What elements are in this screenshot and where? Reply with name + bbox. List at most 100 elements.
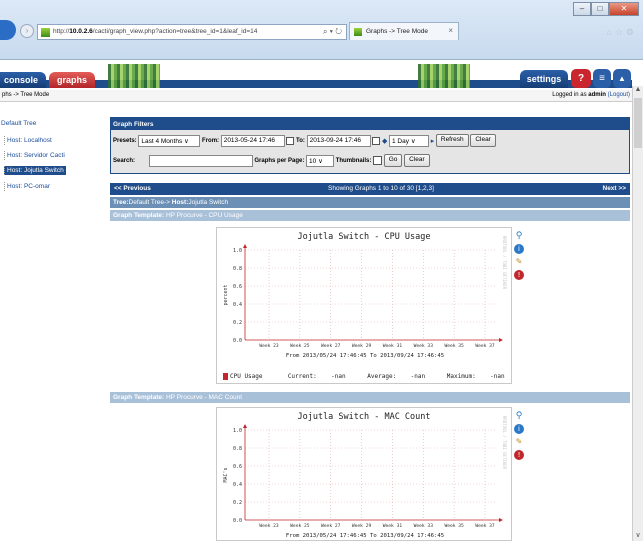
address-controls[interactable]: ⌕ ▾ ↻ (323, 27, 342, 37)
x-tick-label: Week 33 (414, 523, 434, 529)
tab-close-icon[interactable]: × (448, 26, 453, 35)
scroll-up-icon[interactable]: ▲ (633, 86, 643, 96)
edit-icon[interactable]: ✎ (514, 437, 524, 447)
graph-date-range: From 2013/05/24 17:46:45 To 2013/09/24 1… (286, 353, 444, 359)
x-axis-arrow (499, 338, 503, 342)
y-axis-label: MAC's (223, 467, 229, 482)
logout-link[interactable]: (Logout) (608, 92, 630, 98)
x-tick-label: Week 25 (290, 343, 310, 349)
zoom-icon[interactable]: ⚲ (514, 411, 524, 421)
tab-graphs[interactable]: graphs (49, 72, 95, 88)
back-button[interactable] (0, 20, 16, 40)
settings-button[interactable]: settings (520, 70, 568, 88)
login-status: Logged in as admin (Logout) (552, 92, 630, 98)
shift-left-icon[interactable]: ◆ (382, 137, 387, 145)
graph-plot-svg: 1.0 0.8 0.6 0.4 0.2 0.0 Week 23 Week 25 Week 27 W… (223, 424, 503, 539)
help-icon[interactable]: ? (571, 69, 591, 88)
previous-link[interactable]: << Previous (114, 185, 151, 192)
y-tick-label: 0.0 (233, 338, 242, 344)
tab-console[interactable]: console (0, 72, 46, 88)
tree-item-servidor-cacti[interactable]: Host: Servidor Cacti (4, 151, 67, 160)
shift-right-icon[interactable]: ▸ (431, 137, 435, 145)
graph-legend: CPU Usage Current: -nan Average: -nan Ma… (223, 373, 505, 380)
scroll-thumb[interactable] (634, 98, 642, 148)
graph-filters: Graph Filters Presets: Last 4 Months ∨ F… (110, 117, 630, 174)
refresh-button[interactable]: Refresh (435, 134, 469, 147)
legend-swatch (223, 373, 228, 380)
tree-path-bar: Tree:Default Tree-> Host:Jojutla Switch (110, 197, 630, 208)
window-controls: – □ ✕ (573, 2, 639, 16)
graph-plot-svg: 1.0 0.8 0.6 0.4 0.2 0.0 Week 23 Week 25 Week 27 W… (223, 244, 503, 359)
y-tick-label: 0.4 (233, 482, 242, 488)
header-decoration (418, 64, 470, 88)
y-tick-label: 0.0 (233, 518, 242, 524)
x-tick-label: Week 35 (444, 343, 464, 349)
browser-chrome: – □ ✕ › http://10.0.2.6/cacti/graph_view… (0, 0, 643, 60)
delete-icon[interactable]: ! (514, 450, 524, 460)
y-tick-label: 0.6 (233, 284, 242, 290)
to-label: To: (296, 138, 305, 145)
delete-icon[interactable]: ! (514, 270, 524, 280)
y-tick-label: 0.4 (233, 302, 242, 308)
zoom-icon[interactable]: ⚲ (514, 231, 524, 241)
browser-tab[interactable]: Graphs -> Tree Mode × (349, 22, 459, 40)
page-scrollbar[interactable]: ▲ ∨ (632, 86, 643, 541)
graph-image-mac-count[interactable]: 1.0 0.8 0.6 0.4 0.2 0.0 Week 23 Week 25 Week 27 W… (216, 407, 512, 541)
x-tick-label: Week 31 (383, 523, 403, 529)
presets-label: Presets: (113, 138, 137, 145)
timespan-select[interactable]: 1 Day ∨ (389, 134, 430, 147)
y-axis-label: percent (223, 284, 229, 305)
tree-item-pc-omar[interactable]: Host: PC-omar (4, 182, 52, 191)
thumbnails-checkbox[interactable] (373, 156, 383, 165)
x-tick-label: Week 27 (321, 343, 341, 349)
next-link[interactable]: Next >> (603, 185, 627, 192)
breadcrumb-bar: phs -> Tree Mode Logged in as admin (Log… (0, 90, 632, 102)
favicon-icon (41, 28, 50, 37)
calendar-icon[interactable] (372, 136, 381, 145)
x-tick-label: Week 33 (414, 343, 434, 349)
preview-view-icon[interactable]: ▲ (613, 69, 631, 88)
calendar-icon[interactable] (286, 136, 295, 145)
x-axis-arrow (499, 518, 503, 522)
graphs-per-page-select[interactable]: 10 ∨ (306, 154, 335, 167)
from-date-input[interactable]: 2013-05-24 17:46 (220, 134, 285, 147)
clear-search-button[interactable]: Clear (404, 154, 430, 167)
filters-row-dates: Presets: Last 4 Months ∨ From: 2013-05-2… (113, 134, 496, 150)
minimize-button[interactable]: – (573, 2, 591, 16)
y-tick-label: 1.0 (233, 248, 242, 254)
x-tick-label: Week 29 (352, 523, 372, 529)
graph-image-cpu-usage[interactable]: 1.0 0.8 0.6 0.4 0.2 0.0 Week 23 Week 25 Week 27 W… (216, 227, 512, 384)
close-window-button[interactable]: ✕ (609, 2, 639, 16)
graph-title: Jojutla Switch - CPU Usage (297, 232, 431, 242)
clear-button[interactable]: Clear (470, 134, 496, 147)
address-bar[interactable]: http://10.0.2.6/cacti/graph_view.php?act… (37, 24, 347, 40)
y-tick-label: 1.0 (233, 428, 242, 434)
forward-button[interactable]: › (20, 24, 34, 38)
thumbnails-label: Thumbnails: (335, 158, 372, 165)
y-axis-arrow (243, 424, 247, 428)
graph-watermark: RRDTOOL / TOBI OETIKER (502, 236, 507, 289)
search-input[interactable] (148, 154, 253, 167)
scroll-down-icon[interactable]: ∨ (633, 531, 643, 541)
tree-item-localhost[interactable]: Host: Localhost (4, 136, 54, 145)
info-icon[interactable]: i (514, 424, 524, 434)
edit-icon[interactable]: ✎ (514, 257, 524, 267)
plot-area (245, 250, 497, 340)
tree-root[interactable]: Default Tree (1, 120, 36, 127)
plot-area (245, 430, 497, 520)
url-text[interactable]: http://10.0.2.6/cacti/graph_view.php?act… (53, 28, 257, 35)
graph-template-header: Graph Template: HP Procurve - CPU Usage (110, 210, 630, 221)
x-tick-label: Week 23 (259, 523, 279, 529)
list-view-icon[interactable]: ≡ (593, 69, 611, 88)
x-tick-label: Week 37 (475, 343, 495, 349)
go-button[interactable]: Go (383, 154, 403, 167)
presets-select[interactable]: Last 4 Months ∨ (138, 134, 201, 147)
from-label: From: (202, 138, 220, 145)
info-icon[interactable]: i (514, 244, 524, 254)
graphs-per-page-label: Graphs per Page: (254, 158, 305, 165)
tree-item-jojutla-switch[interactable]: Host: Jojutla Switch (4, 166, 66, 175)
maximize-button[interactable]: □ (591, 2, 609, 16)
toolbar-icons[interactable]: ⌂☆⚙ (606, 27, 637, 38)
y-tick-label: 0.2 (233, 320, 242, 326)
to-date-input[interactable]: 2013-09-24 17:46 (306, 134, 371, 147)
